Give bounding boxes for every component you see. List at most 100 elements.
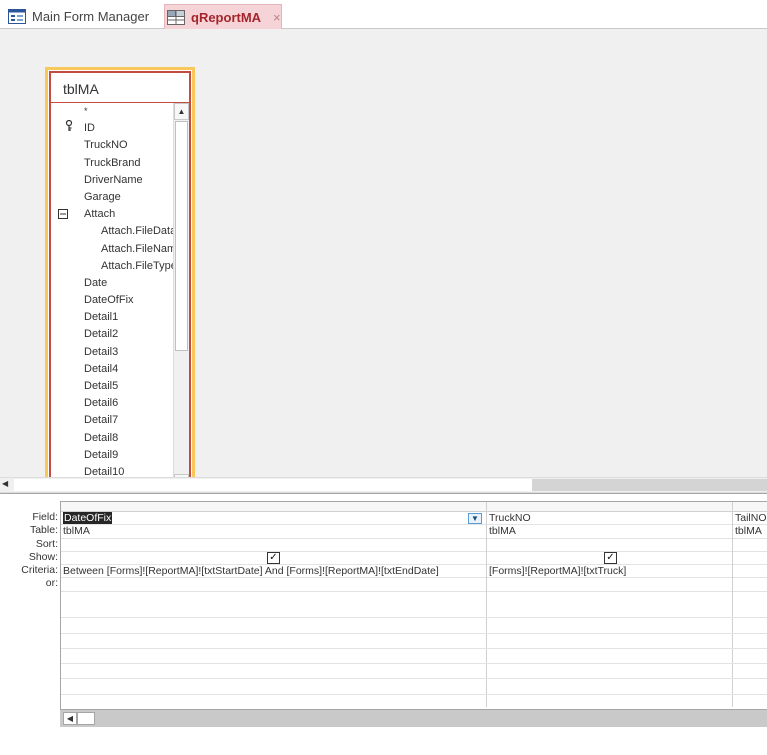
row-label-sort: Sort:: [35, 537, 58, 550]
tab-main-form-manager[interactable]: Main Form Manager ×: [6, 4, 171, 29]
field-list-item[interactable]: TruckNO: [51, 137, 173, 154]
field-list-item[interactable]: Attach.FileType: [51, 258, 173, 275]
field-list-item[interactable]: Detail2: [51, 326, 173, 343]
empty-row[interactable]: [61, 618, 767, 634]
empty-row[interactable]: [61, 679, 767, 695]
scroll-thumb[interactable]: [175, 121, 188, 351]
show-checkbox[interactable]: ✓: [604, 551, 617, 564]
table-field-list-frame: tblMA * ID TruckNO TruckBrand DriverName Gara…: [49, 71, 191, 493]
show-checkbox[interactable]: ✓: [267, 551, 280, 564]
field-list-item-label: Attach.FileType: [101, 259, 173, 272]
field-list-item[interactable]: TruckBrand: [51, 155, 173, 172]
field-list-item-label: Attach: [84, 208, 116, 221]
row-label-criteria: Criteria:: [21, 564, 58, 577]
field-list-item-label: Detail5: [84, 380, 119, 392]
field-list-item-label: DriverName: [84, 173, 143, 186]
field-list-item[interactable]: Attach: [51, 206, 173, 223]
scroll-left-icon[interactable]: ◀: [2, 479, 14, 491]
query-design-grid: Field: Table: Sort: Show: Criteria: or: …: [0, 497, 767, 755]
column-selector[interactable]: [61, 502, 486, 512]
field-cell-value: DateOfFix: [63, 512, 113, 524]
field-list-item[interactable]: ID: [51, 120, 173, 137]
scroll-thumb[interactable]: [532, 479, 767, 491]
field-list-item[interactable]: DateOfFix: [51, 292, 173, 309]
field-list-scrollbar[interactable]: ▲ ▼: [173, 103, 189, 491]
empty-row[interactable]: [61, 664, 767, 680]
grid-horizontal-scrollbar[interactable]: ◀: [60, 709, 767, 727]
field-list-item-label: Detail7: [84, 414, 119, 427]
query-icon: [167, 9, 185, 25]
field-cell[interactable]: TruckNO: [487, 512, 732, 526]
field-list-item-label: *: [84, 106, 88, 116]
grid-empty-rows: [61, 603, 767, 711]
field-list-item[interactable]: Detail8: [51, 430, 173, 447]
field-list-item[interactable]: Detail5: [51, 378, 173, 395]
field-list-item[interactable]: Attach.FileData: [51, 223, 173, 240]
or-cell[interactable]: [733, 578, 767, 592]
form-icon: [8, 9, 26, 24]
criteria-cell[interactable]: [733, 565, 767, 579]
field-list-item[interactable]: Detail1: [51, 309, 173, 326]
tab-qreportma[interactable]: qReportMA ×: [164, 4, 282, 29]
grid-columns: DateOfFix ▼ tblMA ✓ Between [Forms]![Rep…: [60, 501, 767, 726]
field-list-item-label: Garage: [84, 190, 121, 203]
field-list-item-label: TruckNO: [84, 139, 128, 152]
show-cell[interactable]: [733, 552, 767, 566]
field-list-item[interactable]: Detail7: [51, 412, 173, 429]
column-selector[interactable]: [487, 502, 732, 512]
field-list-item-label: Attach.FileName: [101, 242, 173, 255]
criteria-cell[interactable]: [Forms]![ReportMA]![txtTruck]: [487, 565, 732, 579]
table-cell[interactable]: tblMA: [733, 525, 767, 539]
chevron-down-icon[interactable]: ▼: [468, 513, 482, 524]
sort-cell[interactable]: [487, 539, 732, 552]
field-list-title[interactable]: tblMA: [51, 73, 189, 103]
empty-row[interactable]: [61, 649, 767, 665]
field-list-item[interactable]: Detail4: [51, 361, 173, 378]
field-list-item[interactable]: Garage: [51, 189, 173, 206]
primary-key-icon: [65, 120, 73, 138]
field-list-item[interactable]: Date: [51, 275, 173, 292]
field-list-item-label: Detail9: [84, 448, 119, 461]
design-area-horizontal-scrollbar[interactable]: ◀: [0, 477, 767, 493]
field-list-item-label: Detail1: [84, 311, 119, 324]
sort-cell[interactable]: [733, 539, 767, 552]
field-cell[interactable]: DateOfFix ▼: [61, 512, 486, 526]
field-list-item[interactable]: Detail6: [51, 395, 173, 412]
table-cell[interactable]: tblMA: [61, 525, 486, 539]
grid-row-labels: Field: Table: Sort: Show: Criteria: or:: [0, 511, 58, 591]
tab-main-form-manager-label: Main Form Manager: [32, 9, 150, 24]
close-icon[interactable]: ×: [273, 10, 281, 25]
column-selector[interactable]: [733, 502, 767, 512]
or-cell[interactable]: [487, 578, 732, 592]
field-list-item-label: TruckBrand: [84, 156, 141, 169]
show-cell[interactable]: ✓: [487, 551, 732, 566]
tab-qreportma-label: qReportMA: [191, 9, 262, 25]
field-list-item-label: ID: [84, 122, 95, 135]
empty-row[interactable]: [61, 603, 767, 619]
field-list-item[interactable]: DriverName: [51, 172, 173, 189]
criteria-cell[interactable]: Between [Forms]![ReportMA]![txtStartDate…: [61, 565, 486, 579]
scroll-left-icon[interactable]: ◀: [63, 712, 77, 725]
row-label-field: Field:: [32, 511, 58, 523]
scroll-thumb[interactable]: [77, 712, 95, 725]
scroll-track[interactable]: [14, 479, 532, 491]
scroll-up-icon[interactable]: ▲: [174, 103, 189, 120]
empty-row[interactable]: [61, 634, 767, 649]
sort-cell[interactable]: [61, 539, 486, 552]
field-list-item[interactable]: *: [51, 103, 173, 120]
show-cell[interactable]: ✓: [61, 551, 486, 566]
field-list-item-label: Date: [84, 276, 108, 289]
collapse-icon[interactable]: [58, 206, 68, 223]
field-list-item[interactable]: Detail3: [51, 344, 173, 361]
query-design-area: tblMA * ID TruckNO TruckBrand DriverName Gara…: [0, 29, 767, 497]
table-cell[interactable]: tblMA: [487, 525, 732, 539]
empty-row[interactable]: [61, 695, 767, 711]
field-list-item[interactable]: Attach.FileName: [51, 241, 173, 258]
or-cell[interactable]: [61, 578, 486, 592]
field-list-item-label: Detail3: [84, 345, 119, 358]
field-cell[interactable]: TailNO: [733, 512, 767, 526]
field-list-item-label: Detail8: [84, 431, 119, 444]
field-list-item[interactable]: Detail9: [51, 447, 173, 464]
field-list-item-label: Detail4: [84, 362, 119, 375]
table-field-list[interactable]: tblMA * ID TruckNO TruckBrand DriverName Gara…: [45, 67, 195, 497]
